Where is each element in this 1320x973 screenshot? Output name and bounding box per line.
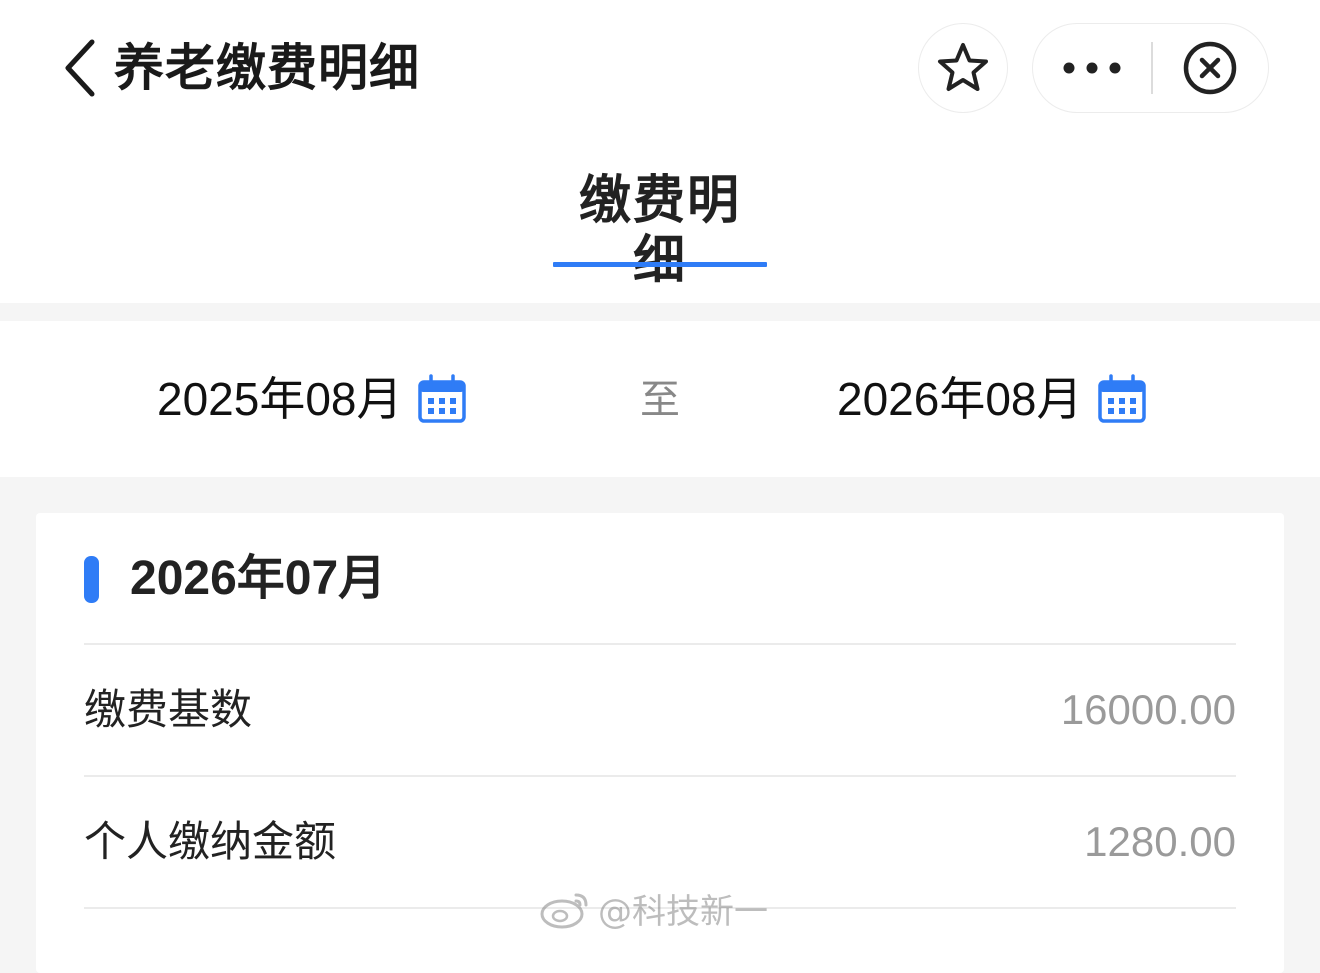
close-circle-icon — [1184, 41, 1237, 95]
page-title: 养老缴费明细 — [114, 39, 420, 97]
close-button[interactable] — [1153, 24, 1269, 112]
back-button[interactable] — [56, 36, 104, 100]
chevron-left-icon — [65, 39, 95, 97]
record-month-header: 2026年07月 — [36, 513, 1284, 643]
row-label: 个人缴纳金额 — [84, 817, 337, 866]
star-icon — [938, 43, 988, 91]
more-dots-icon — [1063, 62, 1121, 74]
favorite-button[interactable] — [918, 23, 1008, 113]
tab-bar: 缴费明细 — [0, 135, 1320, 303]
row-value: 1280.00 — [1084, 818, 1236, 865]
tab-label: 缴费明细 — [578, 171, 741, 291]
tab-active-indicator — [553, 262, 767, 267]
end-date-picker[interactable]: 2026年08月 — [837, 371, 1147, 427]
calendar-icon — [1097, 374, 1146, 423]
watermark-text: @科技新一 — [598, 892, 768, 932]
weibo-logo-icon — [540, 893, 588, 928]
watermark: @科技新一 — [540, 884, 768, 933]
record-month: 2026年07月 — [130, 552, 387, 605]
start-date-text: 2025年08月 — [157, 373, 403, 425]
start-date-picker[interactable]: 2025年08月 — [157, 371, 467, 427]
calendar-icon — [417, 374, 466, 423]
range-separator: 至 — [640, 377, 680, 423]
row-label: 缴费基数 — [84, 685, 253, 734]
record-row-contribution-base: 缴费基数 16000.00 — [84, 644, 1236, 774]
row-value: 16000.00 — [1060, 686, 1236, 733]
more-button[interactable] — [1033, 24, 1151, 112]
month-accent-bar — [84, 556, 99, 603]
nav-header: 养老缴费明细 — [0, 0, 1320, 135]
tab-payment-details[interactable]: 缴费明细 — [553, 171, 767, 291]
mini-program-capsule — [1032, 23, 1269, 113]
date-range-selector: 2025年08月 至 2026年08月 — [0, 321, 1320, 477]
end-date-text: 2026年08月 — [837, 373, 1083, 425]
